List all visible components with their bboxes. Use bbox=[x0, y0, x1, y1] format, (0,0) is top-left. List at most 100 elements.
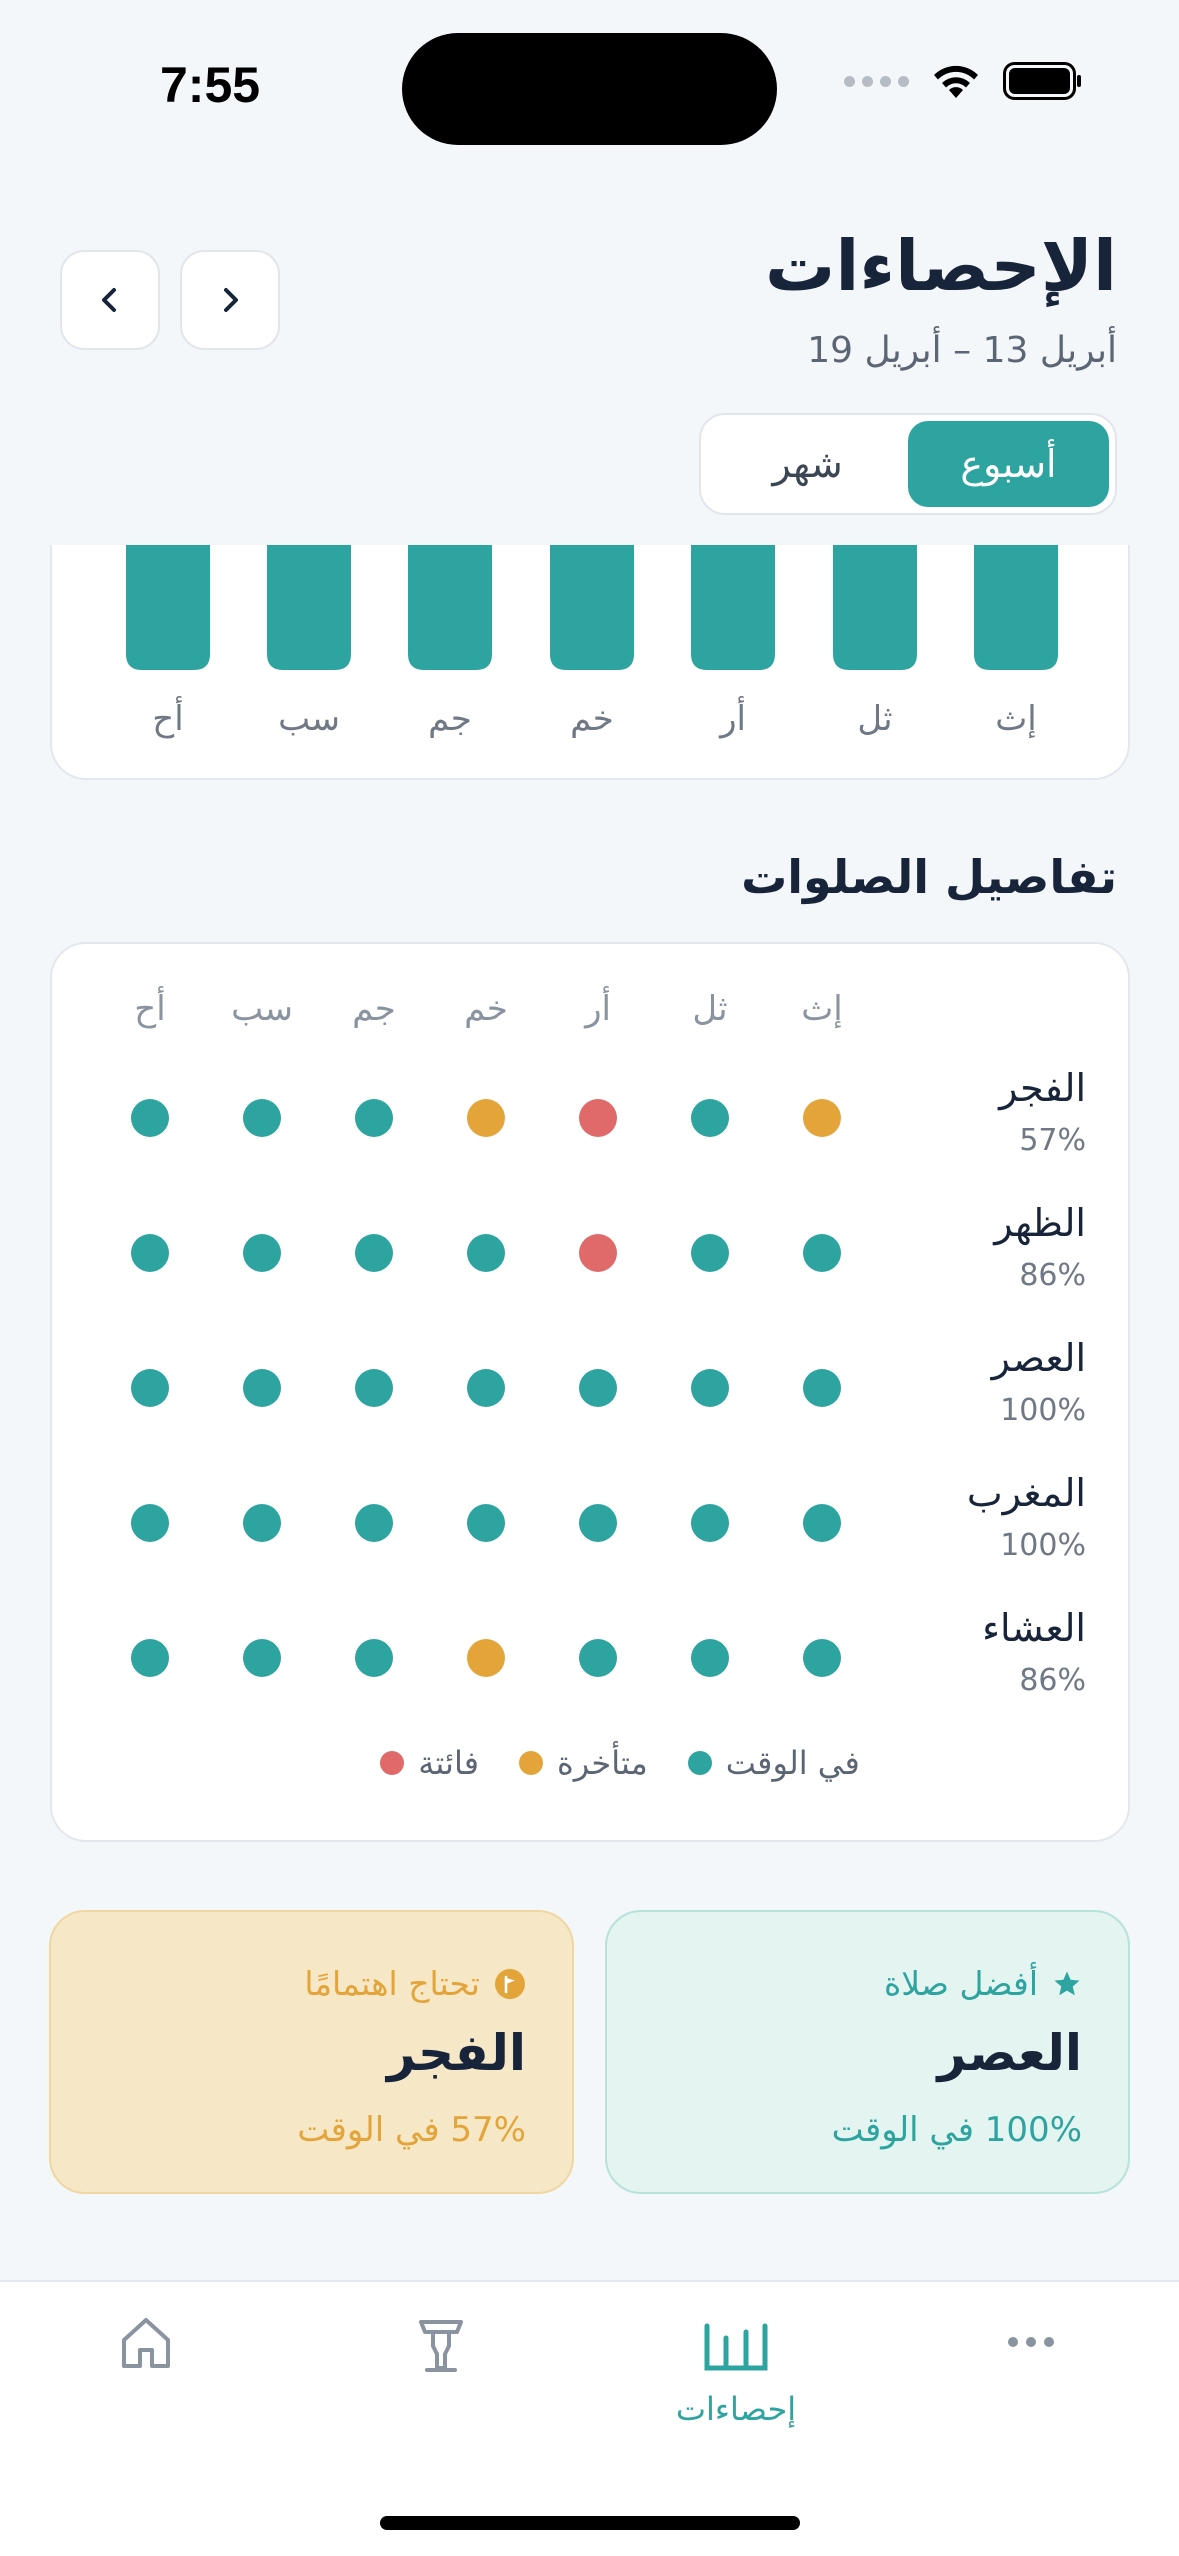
status-dot-on-time bbox=[243, 1504, 281, 1542]
period-segmented-control: أسبوع شهر bbox=[699, 413, 1117, 515]
more-icon bbox=[1008, 2337, 1054, 2347]
tab-home[interactable] bbox=[46, 2312, 246, 2372]
tab-stats-label: إحصاءات bbox=[675, 2390, 797, 2428]
status-dot-on-time bbox=[691, 1099, 729, 1137]
legend-label-late: متأخرة bbox=[556, 1744, 648, 1782]
weekly-chart-card: إث ثل أر خم جم سب أح bbox=[50, 545, 1130, 780]
best-prayer-label: أفضل صلاة bbox=[883, 1964, 1038, 2003]
tab-week[interactable]: أسبوع bbox=[908, 421, 1109, 507]
prayer-name: الظهر bbox=[994, 1201, 1086, 1245]
status-dot-on-time bbox=[131, 1369, 169, 1407]
date-range: أبريل 13 – أبريل 19 bbox=[807, 330, 1117, 371]
battery-icon bbox=[1003, 62, 1081, 100]
wifi-icon bbox=[934, 65, 978, 98]
bar-0 bbox=[974, 545, 1058, 670]
bar-label-2: أر bbox=[718, 696, 746, 739]
dynamic-island bbox=[402, 33, 777, 145]
status-dot-missed bbox=[579, 1234, 617, 1272]
prayer-percentage: 57% bbox=[1019, 1123, 1086, 1158]
tab-stats[interactable]: إحصاءات bbox=[636, 2312, 836, 2428]
prayer-percentage: 86% bbox=[1019, 1258, 1086, 1293]
prayer-details-card: في الوقت متأخرة فائتة إث ثل أر خم جم سب أح الفج… bbox=[50, 942, 1130, 1842]
bar-3 bbox=[550, 545, 634, 670]
previous-week-button[interactable] bbox=[60, 250, 160, 350]
legend-late: متأخرة bbox=[518, 1744, 648, 1782]
status-icons bbox=[844, 62, 1083, 100]
status-dot-on-time bbox=[803, 1234, 841, 1272]
day-header: ثل bbox=[692, 989, 728, 1029]
chevron-left-icon bbox=[102, 288, 116, 312]
bar-label-3: خم bbox=[570, 699, 614, 739]
prayer-name: المغرب bbox=[966, 1471, 1086, 1515]
bottom-tab-bar: إحصاءات bbox=[0, 2280, 1179, 2556]
status-dot-late bbox=[467, 1639, 505, 1677]
bar-label-4: جم bbox=[428, 699, 472, 739]
tab-more[interactable] bbox=[931, 2312, 1131, 2372]
legend-dot-late bbox=[518, 1751, 543, 1775]
mosque-lamp-icon bbox=[419, 2320, 463, 2372]
bar-label-1: ثل bbox=[857, 699, 892, 739]
status-dot-on-time bbox=[579, 1639, 617, 1677]
status-dot-on-time bbox=[355, 1234, 393, 1272]
status-dot-on-time bbox=[691, 1504, 729, 1542]
status-dot-on-time bbox=[691, 1639, 729, 1677]
status-dot-on-time bbox=[131, 1504, 169, 1542]
attention-label-row: تحتاج اهتمامًا bbox=[304, 1964, 526, 2003]
legend-dot-missed bbox=[380, 1751, 405, 1775]
status-dot-on-time bbox=[131, 1639, 169, 1677]
status-dot-on-time bbox=[355, 1099, 393, 1137]
legend-on-time: في الوقت bbox=[687, 1744, 860, 1782]
section-title-prayer-details: تفاصيل الصلوات bbox=[741, 850, 1117, 904]
status-dot-on-time bbox=[803, 1504, 841, 1542]
day-header: أح bbox=[134, 989, 166, 1029]
bar-6 bbox=[126, 545, 210, 670]
day-header: جم bbox=[352, 989, 396, 1029]
day-header: خم bbox=[464, 989, 508, 1029]
attention-label: تحتاج اهتمامًا bbox=[304, 1964, 480, 2003]
status-dot-on-time bbox=[243, 1099, 281, 1137]
status-bar: 7:55 bbox=[0, 0, 1179, 170]
day-header: أر bbox=[585, 989, 611, 1029]
day-header: سب bbox=[231, 989, 293, 1029]
best-prayer-label-row: أفضل صلاة bbox=[884, 1964, 1082, 2003]
prayer-name: العشاء bbox=[982, 1606, 1086, 1650]
bar-label-0: إث bbox=[995, 699, 1036, 739]
flag-icon bbox=[495, 1968, 525, 1999]
attention-prayer-name: الفجر bbox=[386, 2024, 526, 2082]
cellular-signal-icon bbox=[844, 75, 909, 87]
bar-1 bbox=[833, 545, 917, 670]
tab-mosque[interactable] bbox=[341, 2312, 541, 2374]
bar-2 bbox=[691, 545, 775, 670]
best-prayer-card[interactable]: أفضل صلاة العصر 100% في الوقت bbox=[605, 1910, 1130, 2194]
status-dot-late bbox=[467, 1099, 505, 1137]
status-dot-on-time bbox=[355, 1639, 393, 1677]
status-dot-on-time bbox=[579, 1369, 617, 1407]
best-prayer-name: العصر bbox=[937, 2024, 1082, 2082]
prayer-percentage: 86% bbox=[1019, 1663, 1086, 1698]
home-icon bbox=[122, 2318, 170, 2368]
home-indicator bbox=[380, 2516, 800, 2530]
status-dot-on-time bbox=[691, 1369, 729, 1407]
status-legend: في الوقت متأخرة فائتة bbox=[52, 1744, 1128, 1782]
legend-label-missed: فائتة bbox=[418, 1744, 479, 1782]
chevron-right-icon bbox=[224, 288, 238, 312]
legend-label-on-time: في الوقت bbox=[725, 1744, 860, 1782]
status-dot-on-time bbox=[243, 1639, 281, 1677]
status-dot-on-time bbox=[131, 1099, 169, 1137]
status-dot-missed bbox=[579, 1099, 617, 1137]
day-header: إث bbox=[801, 989, 843, 1029]
stats-icon bbox=[704, 2323, 768, 2371]
star-icon bbox=[1054, 1971, 1080, 1995]
tab-month[interactable]: شهر bbox=[707, 421, 908, 507]
status-dot-on-time bbox=[803, 1369, 841, 1407]
status-dot-on-time bbox=[243, 1234, 281, 1272]
status-dot-on-time bbox=[579, 1504, 617, 1542]
legend-dot-on-time bbox=[687, 1751, 712, 1775]
next-week-button[interactable] bbox=[180, 250, 280, 350]
status-dot-on-time bbox=[243, 1369, 281, 1407]
status-dot-on-time bbox=[691, 1234, 729, 1272]
bar-label-6: أح bbox=[152, 696, 183, 739]
status-time: 7:55 bbox=[160, 57, 261, 113]
attention-prayer-card[interactable]: تحتاج اهتمامًا الفجر 57% في الوقت bbox=[49, 1910, 574, 2194]
best-prayer-rate: 100% في الوقت bbox=[831, 2110, 1082, 2150]
